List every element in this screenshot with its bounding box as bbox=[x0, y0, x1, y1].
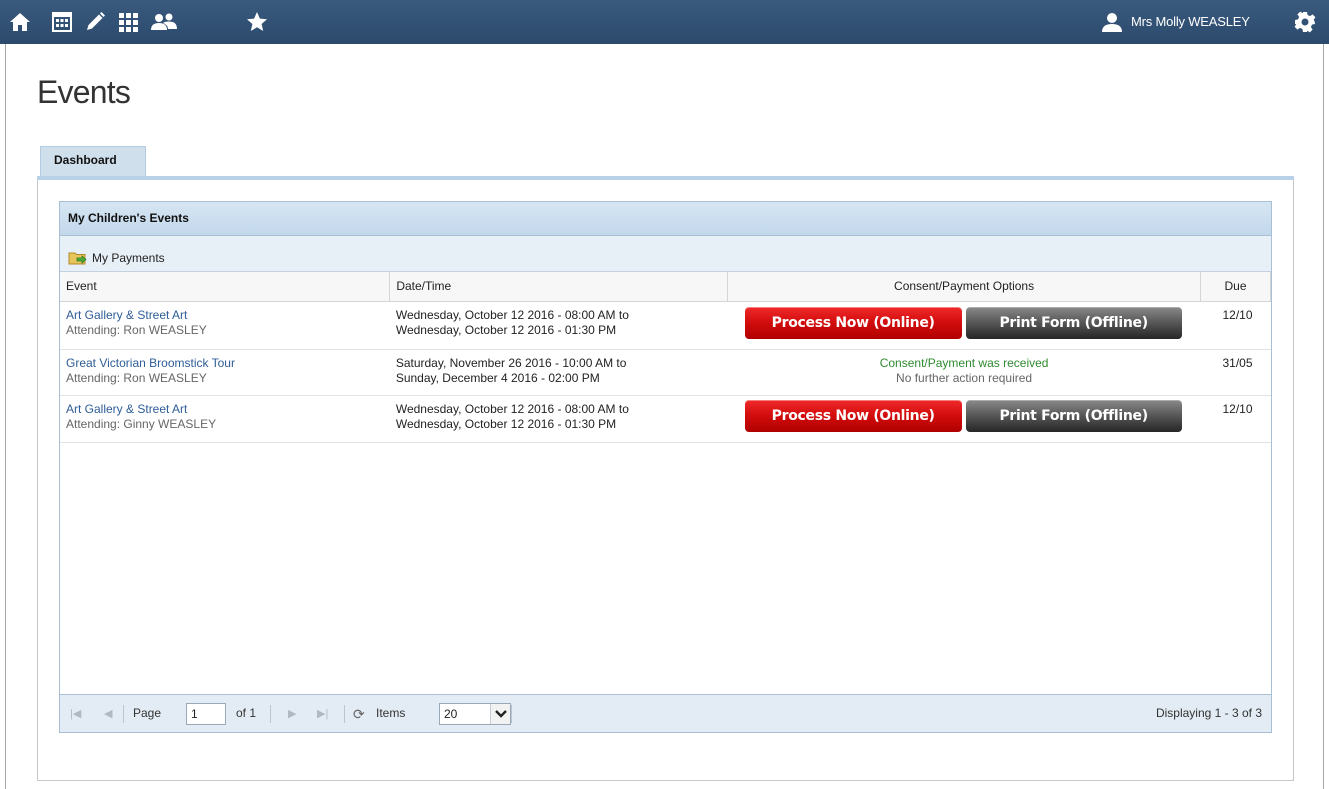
pencil-icon[interactable] bbox=[83, 10, 107, 34]
process-now-online-button[interactable]: Process Now (Online) bbox=[744, 399, 962, 432]
top-navigation-bar: Mrs Molly WEASLEY bbox=[0, 0, 1329, 44]
table-row: Great Victorian Broomstick Tour Attendin… bbox=[60, 349, 1271, 396]
page-label: Page bbox=[133, 706, 162, 720]
my-payments-link[interactable]: My Payments bbox=[92, 251, 165, 265]
star-icon[interactable] bbox=[245, 10, 269, 34]
events-grid: My Children's Events My Payments Event D… bbox=[59, 201, 1272, 733]
event-datetime-end: Wednesday, October 12 2016 - 01:30 PM bbox=[395, 322, 617, 337]
event-attending: Attending: Ron WEASLEY bbox=[66, 322, 207, 337]
event-datetime-end: Sunday, December 4 2016 - 02:00 PM bbox=[395, 370, 600, 385]
grid-icon[interactable] bbox=[116, 10, 140, 34]
event-due: 31/05 bbox=[1200, 349, 1271, 396]
consent-note: No further action required bbox=[896, 370, 1033, 385]
items-per-page-select[interactable]: 20 bbox=[439, 703, 511, 725]
page-count-label: of 1 bbox=[236, 706, 257, 720]
event-datetime-start: Saturday, November 26 2016 - 10:00 AM to bbox=[395, 355, 627, 370]
tab-dashboard[interactable]: Dashboard bbox=[40, 146, 146, 176]
page-number-input[interactable]: 1 bbox=[186, 703, 226, 725]
process-now-online-button[interactable]: Process Now (Online) bbox=[744, 306, 962, 339]
displaying-count: Displaying 1 - 3 of 3 bbox=[1155, 706, 1262, 720]
column-header-event[interactable]: Event bbox=[60, 272, 391, 302]
event-attending: Attending: Ron WEASLEY bbox=[66, 370, 207, 385]
refresh-icon[interactable]: ⟳ bbox=[353, 706, 367, 722]
next-page-icon[interactable]: ▶ bbox=[288, 707, 302, 721]
print-form-offline-button[interactable]: Print Form (Offline) bbox=[965, 399, 1182, 432]
user-icon[interactable] bbox=[1100, 10, 1124, 34]
table-row: Art Gallery & Street Art Attending: Ron … bbox=[60, 301, 1271, 350]
pager-separator bbox=[270, 705, 271, 723]
gear-icon[interactable] bbox=[1293, 10, 1317, 34]
user-name[interactable]: Mrs Molly WEASLEY bbox=[1131, 14, 1250, 29]
event-datetime-start: Wednesday, October 12 2016 - 08:00 AM to bbox=[395, 401, 629, 416]
event-link[interactable]: Great Victorian Broomstick Tour bbox=[66, 356, 384, 371]
table-row: Art Gallery & Street Art Attending: Ginn… bbox=[60, 395, 1271, 443]
last-page-icon[interactable]: ▶| bbox=[317, 707, 331, 721]
items-per-page-value: 20 bbox=[444, 707, 458, 721]
print-form-offline-button[interactable]: Print Form (Offline) bbox=[965, 306, 1182, 339]
items-label: Items bbox=[376, 706, 406, 720]
calendar-icon[interactable] bbox=[50, 10, 74, 34]
grid-pager: |◀ ◀ Page 1 of 1 ▶ ▶| ⟳ Items 20 Display… bbox=[60, 694, 1271, 732]
column-header-datetime[interactable]: Date/Time bbox=[389, 272, 729, 302]
chevron-down-icon[interactable] bbox=[490, 704, 510, 724]
event-link[interactable]: Art Gallery & Street Art bbox=[66, 402, 384, 417]
event-datetime-start: Wednesday, October 12 2016 - 08:00 AM to bbox=[395, 307, 629, 322]
consent-received-status: Consent/Payment was received bbox=[879, 355, 1049, 370]
payments-folder-icon[interactable] bbox=[68, 250, 88, 266]
home-icon[interactable] bbox=[8, 10, 32, 34]
pager-separator bbox=[123, 705, 124, 723]
pager-separator bbox=[344, 705, 345, 723]
pager-separator bbox=[511, 705, 512, 723]
event-due: 12/10 bbox=[1200, 395, 1271, 443]
column-header-due[interactable]: Due bbox=[1200, 272, 1271, 302]
grid-title: My Children's Events bbox=[60, 202, 1271, 236]
previous-page-icon[interactable]: ◀ bbox=[104, 707, 118, 721]
table-header-row: Event Date/Time Consent/Payment Options … bbox=[60, 272, 1271, 302]
event-attending: Attending: Ginny WEASLEY bbox=[66, 416, 217, 431]
grid-toolbar: My Payments bbox=[60, 236, 1271, 272]
first-page-icon[interactable]: |◀ bbox=[70, 707, 84, 721]
event-due: 12/10 bbox=[1200, 301, 1271, 350]
page-border-right bbox=[1323, 44, 1324, 789]
column-header-consent[interactable]: Consent/Payment Options bbox=[727, 272, 1201, 302]
event-link[interactable]: Art Gallery & Street Art bbox=[66, 308, 384, 323]
page-title: Events bbox=[37, 74, 131, 110]
page-border-left bbox=[5, 44, 6, 789]
events-table: Event Date/Time Consent/Payment Options … bbox=[60, 272, 1271, 443]
event-datetime-end: Wednesday, October 12 2016 - 01:30 PM bbox=[395, 416, 617, 431]
people-icon[interactable] bbox=[150, 10, 178, 34]
